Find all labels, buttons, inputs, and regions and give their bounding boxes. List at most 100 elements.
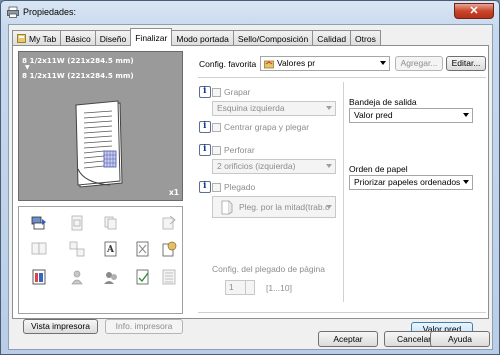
output-tray-value: Valor pred bbox=[354, 110, 393, 120]
tab-calidad[interactable]: Calidad bbox=[312, 30, 352, 46]
printer-info-button[interactable]: Info. impresora bbox=[105, 319, 183, 334]
paper-order-select[interactable]: Priorizar papeles ordenados bbox=[349, 175, 473, 190]
punch-label: Perforar bbox=[224, 145, 255, 155]
tab-label: Calidad bbox=[317, 33, 347, 44]
preview-page-stack-icon bbox=[75, 100, 123, 188]
tab-basico[interactable]: Básico bbox=[60, 30, 96, 46]
staple-label: Grapar bbox=[224, 87, 251, 97]
list-pages-icon[interactable] bbox=[161, 269, 177, 285]
tab-label: Sello/Composición bbox=[237, 33, 309, 44]
preview-arrow-icon: ▼ bbox=[25, 64, 30, 71]
booklet-icon[interactable] bbox=[31, 241, 47, 257]
title-bar: Propiedades: ✕ bbox=[1, 1, 499, 23]
tab-modo-portada[interactable]: Modo portada bbox=[171, 30, 234, 46]
svg-text:A: A bbox=[106, 245, 115, 255]
punch-info-icon[interactable] bbox=[199, 144, 211, 156]
fold-checkbox[interactable] bbox=[212, 183, 221, 192]
center-staple-info-icon[interactable] bbox=[199, 121, 211, 133]
chevron-down-icon bbox=[380, 61, 386, 65]
dialog-client: My Tab Básico Diseño Finalizar Modo port… bbox=[8, 24, 493, 350]
copy-pages-icon[interactable] bbox=[103, 215, 119, 231]
tab-label: Modo portada bbox=[176, 33, 229, 44]
chevron-down-icon bbox=[463, 180, 469, 184]
printer-view-button[interactable]: Vista impresora bbox=[23, 319, 98, 334]
page-scale-icon[interactable] bbox=[69, 215, 85, 231]
tab-finalizar[interactable]: Finalizar bbox=[130, 28, 173, 46]
punch-checkbox[interactable] bbox=[212, 146, 221, 155]
account-track-icon[interactable] bbox=[103, 269, 119, 285]
page-preview: 8 1/2x11W (221x284.5 mm) ▼ 8 1/2x11W (22… bbox=[18, 51, 183, 201]
staple-position-value: Esquina izquierda bbox=[217, 103, 285, 113]
chevron-down-icon bbox=[326, 106, 332, 110]
output-tray-select[interactable]: Valor pred bbox=[349, 108, 473, 123]
center-staple-label: Centrar grapa y plegar bbox=[224, 122, 310, 132]
fold-info-icon[interactable] bbox=[199, 181, 211, 193]
n-up-icon[interactable] bbox=[69, 241, 85, 257]
favorite-folder-icon bbox=[264, 60, 274, 69]
edit-favorite-label: Editar... bbox=[451, 58, 481, 68]
output-tray-label: Bandeja de salida bbox=[349, 97, 417, 107]
help-label: Ayuda bbox=[448, 334, 472, 344]
add-favorite-button[interactable]: Agregar... bbox=[395, 56, 443, 71]
window-title: Propiedades: bbox=[23, 7, 77, 17]
ok-button[interactable]: Aceptar bbox=[318, 331, 378, 347]
tab-label: Otros bbox=[355, 33, 376, 44]
text-page-icon[interactable]: A bbox=[103, 241, 119, 257]
tab-sello-composicion[interactable]: Sello/Composición bbox=[232, 30, 314, 46]
page-rotate-icon[interactable] bbox=[161, 215, 177, 231]
edit-favorite-button[interactable]: Editar... bbox=[446, 56, 486, 71]
staple-print-icon[interactable] bbox=[31, 215, 47, 231]
tab-otros[interactable]: Otros bbox=[350, 30, 381, 46]
fold-pages-value: 1 bbox=[229, 282, 234, 292]
tab-label: Diseño bbox=[99, 33, 127, 44]
printer-info-label: Info. impresora bbox=[115, 321, 173, 331]
punch-value: 2 orificios (izquierda) bbox=[217, 161, 296, 171]
paper-order-value: Priorizar papeles ordenados bbox=[354, 177, 461, 187]
chevron-down-icon bbox=[326, 164, 332, 168]
function-icon-grid: A bbox=[18, 206, 183, 314]
tab-my-tab[interactable]: My Tab bbox=[12, 30, 62, 46]
add-favorite-label: Agregar... bbox=[400, 58, 438, 68]
staple-checkbox[interactable] bbox=[212, 88, 221, 97]
tab-label: Finalizar bbox=[135, 32, 168, 43]
chevron-down-icon bbox=[326, 205, 332, 209]
overlay-icon[interactable] bbox=[161, 241, 177, 257]
fold-pages-range: [1...10] bbox=[266, 283, 292, 293]
spin-arrows-icon[interactable] bbox=[245, 281, 254, 294]
tab-strip: My Tab Básico Diseño Finalizar Modo port… bbox=[12, 28, 381, 46]
fold-pages-spinner[interactable]: 1 bbox=[225, 280, 255, 295]
tab-label: My Tab bbox=[29, 33, 57, 44]
preview-output-size: 8 1/2x11W (221x284.5 mm) bbox=[22, 71, 134, 80]
favorite-config-select[interactable]: Valores pr bbox=[260, 56, 390, 71]
preview-original-size: 8 1/2x11W (221x284.5 mm) bbox=[22, 56, 134, 65]
fold-half-icon bbox=[221, 200, 233, 215]
properties-window: Propiedades: ✕ My Tab Básico Diseño Fina… bbox=[0, 0, 500, 355]
watermark-icon[interactable] bbox=[135, 241, 151, 257]
separator bbox=[198, 312, 486, 313]
document-check-icon[interactable] bbox=[135, 269, 151, 285]
punch-select[interactable]: 2 orificios (izquierda) bbox=[212, 159, 336, 174]
chevron-down-icon bbox=[463, 113, 469, 117]
my-tab-icon bbox=[17, 34, 26, 43]
center-staple-checkbox[interactable] bbox=[212, 123, 221, 132]
ok-label: Aceptar bbox=[333, 334, 363, 344]
close-button[interactable]: ✕ bbox=[454, 3, 494, 19]
paper-order-label: Orden de papel bbox=[349, 164, 408, 174]
cancel-label: Cancelar bbox=[396, 334, 432, 344]
tab-diseno[interactable]: Diseño bbox=[94, 30, 132, 46]
separator bbox=[198, 77, 486, 78]
favorite-config-value: Valores pr bbox=[277, 58, 316, 68]
printer-settings-icon[interactable] bbox=[31, 269, 47, 285]
help-button[interactable]: Ayuda bbox=[430, 331, 490, 347]
fold-label: Plegado bbox=[224, 182, 256, 192]
staple-info-icon[interactable] bbox=[199, 86, 211, 98]
user-auth-icon[interactable] bbox=[69, 269, 85, 285]
staple-position-select[interactable]: Esquina izquierda bbox=[212, 101, 336, 116]
separator bbox=[343, 82, 344, 302]
fold-setting-label: Config. del plegado de página bbox=[212, 264, 325, 274]
printer-icon bbox=[7, 6, 19, 18]
printer-view-label: Vista impresora bbox=[31, 321, 90, 331]
tab-label: Básico bbox=[65, 33, 91, 44]
fold-select[interactable]: Pleg. por la mitad(trab.c bbox=[212, 196, 336, 218]
fold-value: Pleg. por la mitad(trab.c bbox=[239, 202, 330, 212]
